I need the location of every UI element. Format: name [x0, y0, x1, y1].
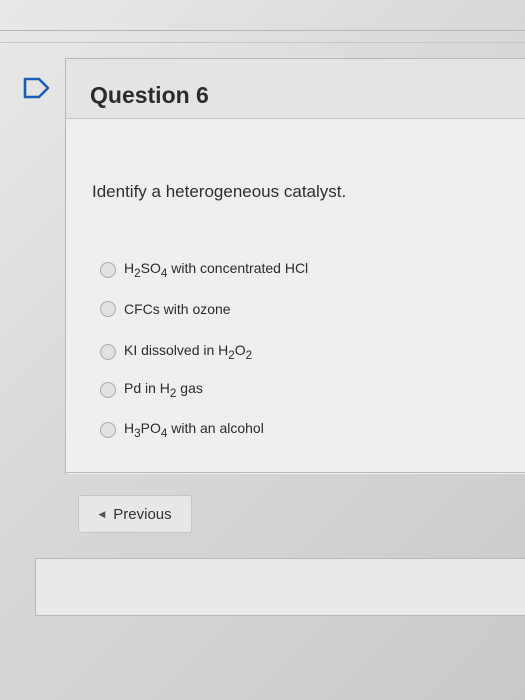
label-text: CFCs with ozone: [124, 301, 231, 317]
radio-button[interactable]: [100, 381, 116, 398]
answer-option[interactable]: CFCs with ozone: [100, 301, 231, 317]
answer-option[interactable]: Pd in H2 gas: [100, 380, 203, 400]
label-text: KI dissolved in H: [124, 342, 229, 358]
label-text: H: [124, 260, 135, 276]
answer-option-label: CFCs with ozone: [124, 301, 231, 317]
answer-option[interactable]: KI dissolved in H2O2: [100, 342, 252, 362]
label-text: gas: [176, 380, 203, 396]
caret-left-icon: ◀: [98, 508, 106, 519]
label-text: Pd in H: [124, 380, 170, 396]
label-text: with concentrated HCl: [167, 260, 309, 276]
answer-option-label: H2SO4 with concentrated HCl: [124, 260, 308, 280]
label-text: PO: [140, 420, 161, 436]
previous-button[interactable]: ◀ Previous: [78, 495, 192, 533]
label-text: H: [124, 420, 135, 436]
divider: [0, 42, 525, 43]
question-title: Question 6: [90, 82, 209, 108]
divider: [0, 30, 525, 31]
subscript: 2: [245, 348, 253, 362]
label-text: SO: [140, 260, 161, 276]
radio-button[interactable]: [100, 421, 116, 438]
question-prompt: Identify a heterogeneous catalyst.: [92, 182, 347, 201]
radio-button[interactable]: [100, 261, 116, 278]
label-text: with an alcohol: [167, 420, 264, 436]
radio-button[interactable]: [100, 343, 116, 360]
answer-option[interactable]: H3PO4 with an alcohol: [100, 420, 264, 440]
answer-option[interactable]: H2SO4 with concentrated HCl: [100, 260, 308, 280]
answer-option-label: H3PO4 with an alcohol: [124, 420, 264, 440]
flag-icon[interactable]: [22, 76, 52, 100]
previous-label: Previous: [113, 505, 172, 523]
radio-button[interactable]: [100, 301, 116, 317]
next-question-card: [35, 558, 525, 616]
label-text: O: [234, 342, 246, 358]
divider: [65, 472, 525, 473]
answer-option-label: Pd in H2 gas: [124, 380, 203, 400]
answer-option-label: KI dissolved in H2O2: [124, 342, 252, 362]
